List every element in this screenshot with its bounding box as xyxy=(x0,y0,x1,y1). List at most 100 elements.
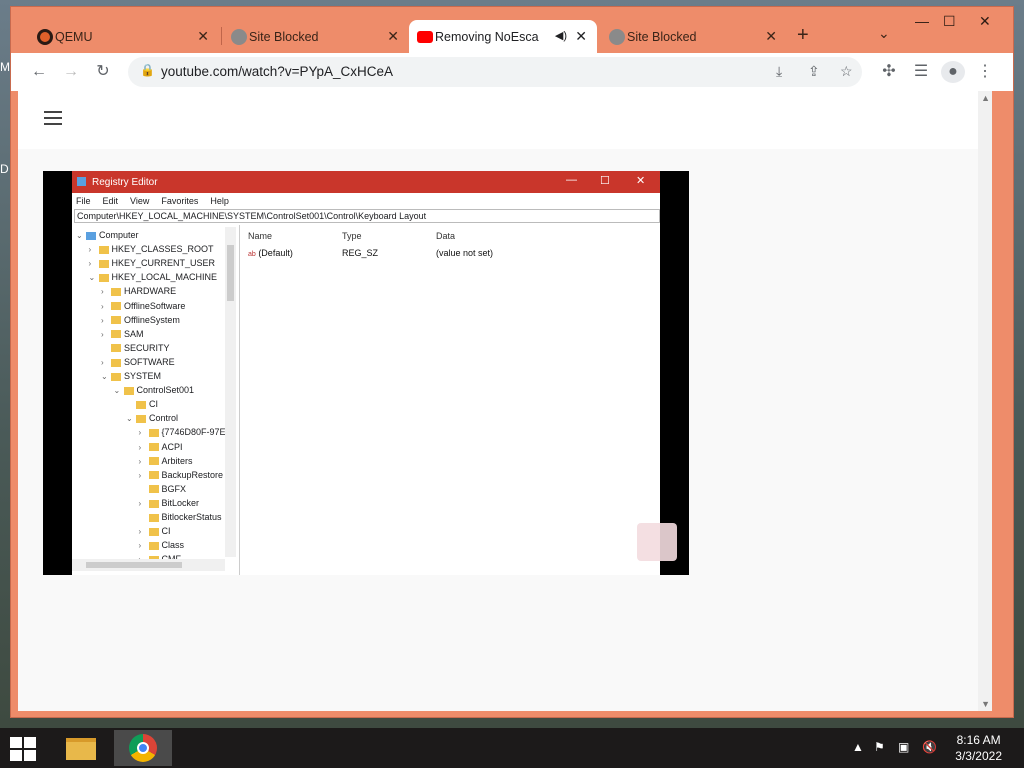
tree-node-label: OfflineSoftware xyxy=(124,300,186,311)
chrome-icon[interactable] xyxy=(114,730,172,766)
folder-icon xyxy=(148,513,159,522)
expand-right-icon: › xyxy=(101,287,104,297)
registry-tree-node: › BitLocker xyxy=(139,497,200,509)
expand-down-icon: ⌄ xyxy=(88,273,96,283)
lock-icon[interactable]: 🔒 xyxy=(140,63,155,77)
computer-icon xyxy=(86,231,96,240)
menu-kebab-icon[interactable]: ⋮ xyxy=(973,61,997,83)
col-data: Data xyxy=(436,231,456,241)
close-tab-icon[interactable]: ✕ xyxy=(197,28,209,45)
expand-down-icon: ⌄ xyxy=(126,414,133,424)
folder-icon xyxy=(111,302,121,311)
tab-youtube-active[interactable]: Removing NoEscap ◀) ✕ xyxy=(409,20,597,53)
registry-menu: File Edit View Favorites Help xyxy=(72,193,660,209)
tab-search-icon[interactable]: ⌄ xyxy=(878,25,890,42)
qemu-icon xyxy=(37,29,53,45)
expand-right-icon: › xyxy=(138,456,142,466)
globe-icon xyxy=(231,29,247,45)
volume-muted-icon[interactable]: 🔇 xyxy=(922,740,937,754)
tab-qemu[interactable]: QEMU ✕ xyxy=(29,20,219,53)
registry-tree: ⌄ Computer › HKEY_CLASSES_ROOT › HKEY_CURRENT… xyxy=(72,225,240,575)
hamburger-menu-icon[interactable] xyxy=(44,111,62,125)
back-icon[interactable]: ← xyxy=(27,61,51,83)
registry-tree-node: ⌄ HKEY_LOCAL_MACHINE xyxy=(89,271,218,283)
tab-title: Site Blocked xyxy=(627,29,697,44)
maximize-icon[interactable]: ☐ xyxy=(943,13,956,30)
channel-watermark[interactable] xyxy=(637,523,677,561)
close-tab-icon[interactable]: ✕ xyxy=(575,28,587,45)
tab-site-blocked-2[interactable]: Site Blocked ✕ xyxy=(601,20,787,53)
string-value-icon: ab xyxy=(248,251,256,258)
tab-site-blocked-1[interactable]: Site Blocked ✕ xyxy=(223,20,409,53)
system-clock[interactable]: 8:16 AM 3/3/2022 xyxy=(955,732,1002,764)
tab-strip: QEMU ✕ Site Blocked ✕ Removing NoEscap ◀… xyxy=(11,7,1013,53)
close-tab-icon[interactable]: ✕ xyxy=(765,28,777,45)
registry-tree-node: › ACPI xyxy=(139,441,183,453)
reg-close-icon: ✕ xyxy=(636,175,646,187)
new-tab-button[interactable]: + xyxy=(797,24,809,47)
col-name: Name xyxy=(248,231,273,241)
reload-icon[interactable]: ↻ xyxy=(91,61,115,83)
folder-icon xyxy=(111,288,121,297)
folder-icon xyxy=(111,330,121,339)
video-player[interactable]: Registry Editor — ☐ ✕ File Edit View Fav… xyxy=(43,171,689,575)
registry-tree-node: › Arbiters xyxy=(139,455,193,467)
extensions-icon[interactable]: ✣ xyxy=(877,61,901,83)
tree-node-label: Control xyxy=(149,413,179,424)
clock-time: 8:16 AM xyxy=(956,733,1001,747)
value-type: REG_SZ xyxy=(342,248,379,258)
expand-down-icon: ⌄ xyxy=(113,386,121,396)
expand-down-icon: ⌄ xyxy=(101,372,108,381)
network-icon[interactable]: ▣ xyxy=(898,740,909,754)
clock-date: 3/3/2022 xyxy=(955,749,1002,763)
registry-title: Registry Editor xyxy=(92,176,158,188)
registry-tree-node: › HARDWARE xyxy=(101,285,176,297)
reg-menu-file: File xyxy=(76,196,91,206)
scroll-down-icon[interactable]: ▼ xyxy=(981,699,990,709)
registry-tree-scrollbar xyxy=(225,227,236,557)
registry-tree-node: CI xyxy=(126,398,158,410)
bookmark-star-icon[interactable]: ☆ xyxy=(840,63,853,80)
expand-right-icon: › xyxy=(101,329,104,339)
close-window-icon[interactable]: ✕ xyxy=(979,13,991,30)
expand-right-icon: › xyxy=(138,442,142,452)
registry-tree-node: BitlockerStatus xyxy=(139,511,222,523)
scroll-up-icon[interactable]: ▲ xyxy=(981,93,990,103)
page-content: Registry Editor — ☐ ✕ File Edit View Fav… xyxy=(18,91,992,711)
tree-node-label: OfflineSystem xyxy=(124,314,180,325)
expand-right-icon: › xyxy=(138,541,142,551)
address-url[interactable]: youtube.com/watch?v=PYpA_CxHCeA xyxy=(161,64,393,79)
youtube-header xyxy=(18,91,992,149)
forward-icon[interactable]: → xyxy=(59,61,83,83)
registry-tree-node: › OfflineSoftware xyxy=(101,300,185,312)
folder-icon xyxy=(111,316,121,325)
desktop-glyph-d: D xyxy=(0,162,9,176)
registry-tree-node: › HKEY_CURRENT_USER xyxy=(89,257,216,269)
tree-node-label: {7746D80F-97E xyxy=(161,427,226,438)
audio-playing-icon[interactable]: ◀) xyxy=(555,29,567,42)
folder-icon xyxy=(148,443,159,452)
install-icon[interactable]: ⤓ xyxy=(776,63,782,80)
registry-values-pane: Name Type Data ab (Default) REG_SZ (valu… xyxy=(242,227,658,573)
chevron-up-icon[interactable]: ▲ xyxy=(852,740,864,754)
page-scrollbar[interactable]: ▲ ▼ xyxy=(978,91,992,711)
start-button-icon[interactable] xyxy=(10,737,38,761)
tree-node-label: HKEY_LOCAL_MACHINE xyxy=(111,272,218,283)
tree-node-label: Computer xyxy=(99,230,139,240)
minimize-icon[interactable]: — xyxy=(915,13,929,29)
globe-icon xyxy=(609,29,625,45)
reading-list-icon[interactable]: ☰ xyxy=(909,61,933,83)
folder-icon xyxy=(111,358,121,367)
file-explorer-icon[interactable] xyxy=(60,730,118,766)
share-icon[interactable]: ⇪ xyxy=(808,63,820,80)
tree-node-label: HKEY_CLASSES_ROOT xyxy=(111,244,214,255)
tree-node-label: SECURITY xyxy=(124,342,170,353)
profile-avatar-icon[interactable]: ● xyxy=(941,61,965,83)
registry-tree-node: ⌄ ControlSet001 xyxy=(114,384,195,396)
close-tab-icon[interactable]: ✕ xyxy=(387,28,399,45)
flag-icon[interactable]: ⚑ xyxy=(874,740,885,754)
reg-minimize-icon: — xyxy=(566,174,577,186)
tree-node-label: HARDWARE xyxy=(124,286,177,297)
folder-icon xyxy=(148,541,159,550)
address-bar[interactable]: 🔒 youtube.com/watch?v=PYpA_CxHCeA ⤓ ⇪ ☆ xyxy=(128,57,862,87)
